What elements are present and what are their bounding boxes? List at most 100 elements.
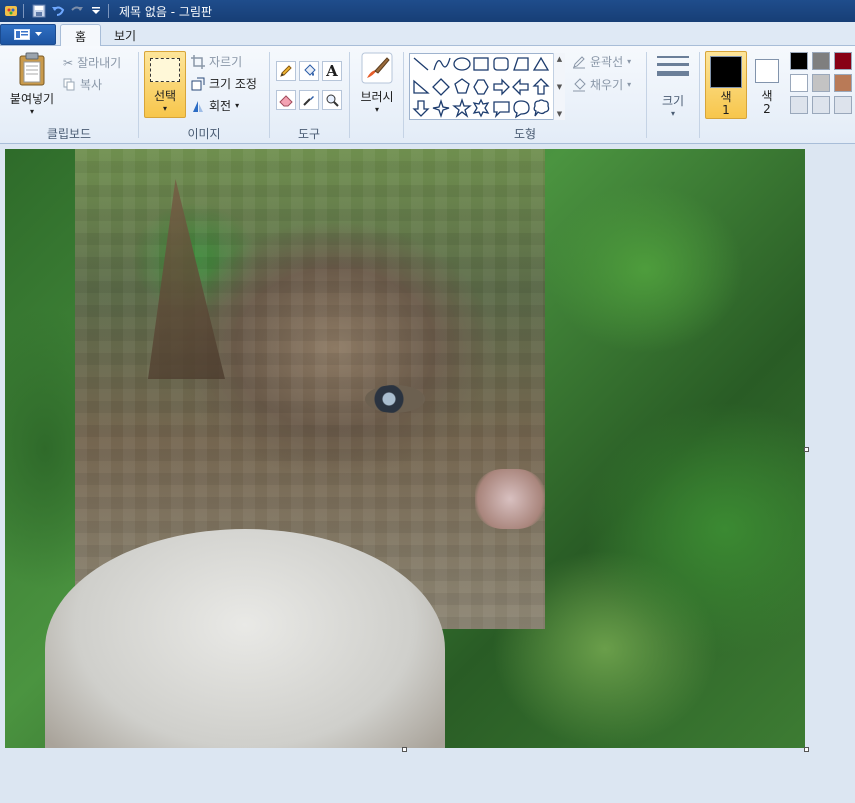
outline-button[interactable]: 윤곽선 ▾ — [572, 53, 631, 70]
scroll-down-icon[interactable]: ▼ — [557, 83, 562, 91]
palette-swatch[interactable] — [790, 96, 808, 114]
rotate-label: 회전 — [209, 99, 232, 113]
palette-swatch[interactable] — [812, 52, 830, 70]
gallery-expand-icon[interactable]: ▼ — [557, 110, 562, 118]
customize-quick-access-icon[interactable] — [88, 3, 104, 19]
pencil-tool[interactable] — [276, 61, 296, 81]
quick-access-separator — [23, 4, 24, 18]
paint-app-icon[interactable] — [3, 3, 19, 19]
palette-swatch[interactable] — [834, 52, 852, 70]
window-title: 제목 없음 - 그림판 — [119, 4, 213, 19]
rotate-icon — [193, 100, 203, 112]
fill-shape-button[interactable]: 채우기 ▾ — [572, 76, 631, 93]
chevron-down-icon: ▾ — [235, 101, 240, 110]
undo-icon[interactable] — [50, 3, 66, 19]
crop-label: 자르기 — [209, 55, 243, 69]
magnifier-icon — [326, 94, 339, 107]
chevron-down-icon: ▾ — [29, 107, 34, 116]
fill-tool[interactable] — [299, 61, 319, 81]
shapes-gallery — [409, 53, 565, 120]
fill-bucket-icon — [573, 77, 586, 91]
size-label: 크기 — [661, 94, 685, 108]
paste-button[interactable]: 붙여넣기 ▾ — [6, 52, 58, 117]
group-separator — [646, 52, 647, 138]
title-bar: 제목 없음 - 그림판 — [0, 0, 855, 22]
color1-number: 1 — [722, 103, 730, 117]
chevron-down-icon: ▾ — [627, 80, 632, 89]
shapes-gallery-scrollbar[interactable]: ▲ ▼ ▼ — [553, 53, 565, 120]
text-tool[interactable]: A — [322, 61, 342, 81]
rotate-button[interactable]: 회전 ▾ — [191, 97, 239, 114]
cut-label: 잘라내기 — [77, 56, 122, 70]
clipboard-group-label: 클립보드 — [46, 127, 92, 141]
ribbon-home: 붙여넣기 ▾ ✂ 잘라내기 복사 클립보드 선택 ▾ 자르기 크기 조정 회전 … — [0, 46, 855, 144]
tab-home[interactable]: 홈 — [60, 24, 102, 47]
palette-swatch[interactable] — [790, 52, 808, 70]
clipboard-icon — [19, 52, 45, 86]
brushes-button[interactable]: 브러시 ▾ — [355, 52, 399, 115]
chevron-down-icon: ▾ — [374, 105, 379, 114]
palette-swatch[interactable] — [790, 74, 808, 92]
group-separator — [699, 52, 700, 138]
paint-bucket-icon — [304, 64, 316, 76]
eraser-icon — [279, 95, 293, 107]
magnifier-tool[interactable] — [322, 90, 342, 110]
cat-eye — [365, 385, 425, 413]
cat-nose — [475, 469, 545, 529]
file-menu-icon — [14, 29, 30, 40]
palette-swatch[interactable] — [834, 96, 852, 114]
copy-icon — [63, 78, 75, 91]
palette-swatch[interactable] — [812, 74, 830, 92]
tab-home-label: 홈 — [75, 29, 87, 44]
scissors-icon: ✂ — [63, 55, 74, 70]
select-label: 선택 — [153, 89, 177, 103]
paste-label: 붙여넣기 — [9, 92, 55, 106]
eraser-tool[interactable] — [276, 90, 296, 110]
resize-button[interactable]: 크기 조정 — [191, 75, 257, 92]
crop-icon — [191, 54, 205, 69]
redo-icon[interactable] — [69, 3, 85, 19]
save-icon[interactable] — [31, 3, 47, 19]
color-picker-tool[interactable] — [299, 90, 319, 110]
color1-button[interactable]: 색 1 — [705, 51, 747, 119]
shapes-group-label: 도형 — [513, 127, 537, 141]
color2-button[interactable]: 색 2 — [752, 51, 782, 116]
image-group-label: 이미지 — [187, 127, 221, 141]
outline-pen-icon — [573, 55, 585, 68]
tab-view-label: 보기 — [114, 29, 137, 43]
pencil-icon — [280, 65, 292, 77]
copy-button[interactable]: 복사 — [63, 76, 102, 93]
outline-label: 윤곽선 — [590, 55, 624, 69]
scroll-up-icon[interactable]: ▲ — [557, 55, 562, 63]
file-menu-button[interactable] — [0, 24, 56, 45]
brushes-label: 브러시 — [360, 90, 394, 104]
resize-icon — [191, 77, 205, 90]
resize-handle-corner[interactable] — [804, 747, 809, 752]
color2-number: 2 — [763, 102, 771, 116]
chevron-down-icon: ▾ — [670, 109, 675, 118]
tab-view[interactable]: 보기 — [100, 24, 150, 47]
cut-button[interactable]: ✂ 잘라내기 — [63, 54, 121, 71]
select-button[interactable]: 선택 ▾ — [144, 51, 186, 118]
copy-label: 복사 — [80, 78, 103, 92]
tools-group-label: 도구 — [297, 127, 321, 141]
size-button[interactable]: 크기 ▾ — [654, 54, 692, 119]
selection-rect-icon — [150, 58, 180, 82]
palette-swatch[interactable] — [834, 74, 852, 92]
text-a-icon: A — [326, 62, 338, 80]
crop-button[interactable]: 자르기 — [191, 53, 242, 70]
shapes-gallery-icons[interactable] — [412, 55, 552, 120]
brush-icon — [361, 52, 393, 84]
fill-label: 채우기 — [590, 78, 624, 92]
title-separator — [108, 4, 109, 18]
group-separator — [349, 52, 350, 138]
drawing-canvas[interactable] — [5, 149, 805, 748]
canvas-workspace — [0, 145, 855, 803]
color1-swatch — [710, 56, 742, 88]
palette-swatch[interactable] — [812, 96, 830, 114]
chevron-down-icon: ▾ — [162, 104, 167, 113]
resize-handle-right[interactable] — [804, 447, 809, 452]
color2-swatch — [755, 59, 779, 83]
resize-handle-bottom[interactable] — [402, 747, 407, 752]
chevron-down-icon: ▾ — [627, 57, 632, 66]
